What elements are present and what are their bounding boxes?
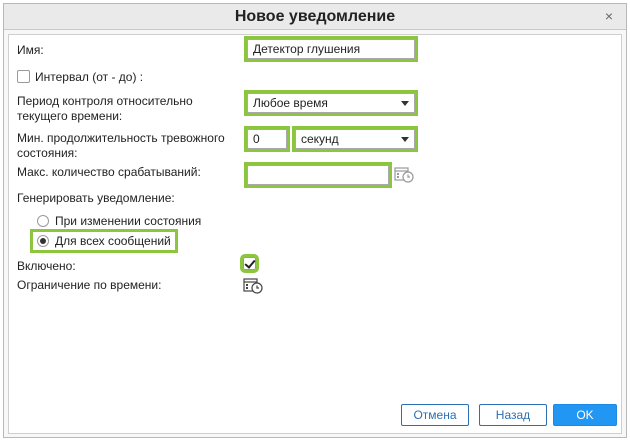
min-duration-label-line1: Мин. продолжительность тревожного: [17, 131, 225, 145]
period-label-line2: текущего времени:: [17, 109, 123, 123]
dialog-titlebar: Новое уведомление ×: [4, 4, 626, 30]
min-duration-label-line2: состояния:: [17, 146, 78, 160]
period-label-line1: Период контроля относительно: [17, 94, 193, 108]
name-label: Имя:: [17, 43, 44, 57]
radio-all-messages-label: Для всех сообщений: [55, 234, 171, 248]
radio-on-change[interactable]: [37, 215, 49, 227]
min-duration-input[interactable]: 0: [244, 126, 290, 152]
chevron-down-icon: [401, 137, 409, 142]
dialog-title: Новое уведомление: [234, 8, 396, 25]
dialog-body: Имя: Детектор глушения Интервал (от - до…: [8, 34, 622, 434]
radio-all-messages-group[interactable]: Для всех сообщений: [30, 229, 178, 253]
ok-button[interactable]: OK: [553, 404, 617, 426]
notification-dialog: Новое уведомление × Имя: Детектор глушен…: [3, 3, 627, 438]
close-icon[interactable]: ×: [602, 9, 616, 23]
chevron-down-icon: [401, 101, 409, 106]
name-input[interactable]: Детектор глушения: [244, 36, 418, 62]
calendar-clock-icon[interactable]: [243, 276, 263, 294]
duration-unit-select[interactable]: секунд: [292, 126, 418, 152]
enabled-label: Включено:: [17, 259, 76, 273]
period-select-value: Любое время: [253, 96, 328, 110]
radio-all-messages[interactable]: [37, 235, 49, 247]
back-button[interactable]: Назад: [479, 404, 547, 426]
period-select[interactable]: Любое время: [244, 90, 418, 116]
max-triggers-label: Макс. количество срабатываний:: [17, 165, 201, 179]
time-limit-label: Ограничение по времени:: [17, 278, 162, 292]
interval-checkbox[interactable]: [17, 70, 30, 83]
duration-unit-value: секунд: [301, 132, 339, 146]
max-triggers-input[interactable]: [244, 162, 392, 188]
radio-on-change-label: При изменении состояния: [55, 214, 202, 228]
interval-label: Интервал (от - до) :: [35, 70, 144, 84]
calendar-clock-icon[interactable]: [394, 165, 414, 183]
enabled-checkbox[interactable]: [240, 254, 259, 273]
cancel-button[interactable]: Отмена: [401, 404, 469, 426]
generate-label: Генерировать уведомление:: [17, 191, 175, 205]
